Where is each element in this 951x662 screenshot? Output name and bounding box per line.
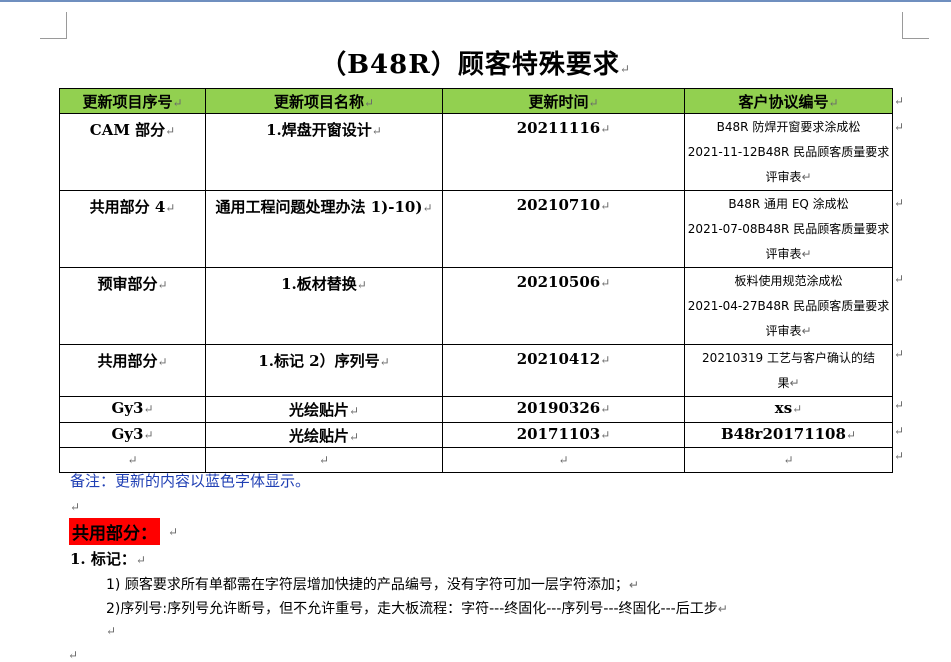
date-cell: 20190326↵ bbox=[442, 396, 685, 423]
row-end-mark: ↵ bbox=[894, 196, 905, 210]
date-cell: ↵ bbox=[442, 447, 685, 473]
name-cell: 通用工程问题处理办法 1)-10)↵ bbox=[205, 190, 443, 268]
table-row: 共用部分↵ 1.标记 2）序列号↵ 20210412↵ 20210319 工艺与… bbox=[59, 344, 893, 397]
margin-corner-marker-right bbox=[902, 12, 929, 39]
row-end-mark: ↵ bbox=[894, 94, 905, 108]
table-row: Gy3↵ 光绘贴片↵ 20171103↵ B48r20171108↵ bbox=[59, 422, 893, 448]
header-cell-agreement: 客户协议编号↵ bbox=[684, 88, 893, 114]
table-row: 预审部分↵ 1.板材替换↵ 20210506↵ 板料使用规范涂成松 2021-0… bbox=[59, 267, 893, 345]
name-cell: 1.标记 2）序列号↵ bbox=[205, 344, 443, 397]
table-row: CAM 部分↵ 1.焊盘开窗设计↵ 20211116↵ B48R 防焊开窗要求涂… bbox=[59, 113, 893, 191]
date-cell: 20210506↵ bbox=[442, 267, 685, 345]
agreement-cell: ↵ bbox=[684, 447, 893, 473]
document-title: （B48R）顾客特殊要求↵ bbox=[320, 50, 631, 80]
paragraph-mark: ↵ bbox=[68, 648, 79, 662]
table-row: ↵ ↵ ↵ ↵ bbox=[59, 447, 893, 473]
name-cell: 光绘贴片↵ bbox=[205, 422, 443, 448]
row-end-mark: ↵ bbox=[894, 449, 905, 463]
section-label: 共用部分： bbox=[69, 518, 160, 545]
name-cell: 1.板材替换↵ bbox=[205, 267, 443, 345]
item-line-1: 1) 顾客要求所有单都需在字符层增加快捷的产品编号，没有字符可加一层字符添加；↵ bbox=[106, 577, 639, 593]
table-row: 共用部分 4↵ 通用工程问题处理办法 1)-10)↵ 20210710↵ B48… bbox=[59, 190, 893, 268]
date-cell: 20210412↵ bbox=[442, 344, 685, 397]
row-end-mark: ↵ bbox=[894, 398, 905, 412]
paragraph-mark: ↵ bbox=[168, 525, 179, 539]
row-end-mark: ↵ bbox=[894, 272, 905, 286]
row-end-mark: ↵ bbox=[894, 347, 905, 361]
agreement-cell: 板料使用规范涂成松 2021-04-27B48R 民品顾客质量要求 评审表↵ bbox=[684, 267, 893, 345]
margin-corner-marker-left bbox=[40, 12, 67, 39]
agreement-cell: xs↵ bbox=[684, 396, 893, 423]
seq-cell: 预审部分↵ bbox=[59, 267, 206, 345]
date-cell: 20211116↵ bbox=[442, 113, 685, 191]
item-line-2: 2)序列号:序列号允许断号，但不允许重号，走大板流程：字符---终固化---序列… bbox=[106, 601, 728, 617]
agreement-cell: B48r20171108↵ bbox=[684, 422, 893, 448]
remark-text: 备注：更新的内容以蓝色字体显示。 bbox=[70, 472, 311, 490]
requirements-table: 更新项目序号↵ 更新项目名称↵ 更新时间↵ 客户协议编号↵ CAM 部分↵ 1.… bbox=[59, 88, 893, 473]
agreement-cell: 20210319 工艺与客户确认的结 果↵ bbox=[684, 344, 893, 397]
table-header-row: 更新项目序号↵ 更新项目名称↵ 更新时间↵ 客户协议编号↵ bbox=[59, 88, 893, 114]
date-cell: 20171103↵ bbox=[442, 422, 685, 448]
seq-cell: Gy3↵ bbox=[59, 396, 206, 423]
seq-cell: CAM 部分↵ bbox=[59, 113, 206, 191]
seq-cell: Gy3↵ bbox=[59, 422, 206, 448]
header-cell-seq: 更新项目序号↵ bbox=[59, 88, 206, 114]
row-end-mark: ↵ bbox=[894, 120, 905, 134]
row-end-mark: ↵ bbox=[894, 424, 905, 438]
item-heading: 1. 标记：↵ bbox=[70, 550, 146, 568]
paragraph-mark: ↵ bbox=[70, 500, 81, 514]
seq-cell: 共用部分↵ bbox=[59, 344, 206, 397]
name-cell: 光绘贴片↵ bbox=[205, 396, 443, 423]
header-cell-date: 更新时间↵ bbox=[442, 88, 685, 114]
name-cell: 1.焊盘开窗设计↵ bbox=[205, 113, 443, 191]
seq-cell: ↵ bbox=[59, 447, 206, 473]
agreement-cell: B48R 防焊开窗要求涂成松 2021-11-12B48R 民品顾客质量要求 评… bbox=[684, 113, 893, 191]
date-cell: 20210710↵ bbox=[442, 190, 685, 268]
paragraph-mark: ↵ bbox=[106, 624, 117, 638]
window-top-border bbox=[0, 0, 951, 2]
agreement-cell: B48R 通用 EQ 涂成松 2021-07-08B48R 民品顾客质量要求 评… bbox=[684, 190, 893, 268]
name-cell: ↵ bbox=[205, 447, 443, 473]
seq-cell: 共用部分 4↵ bbox=[59, 190, 206, 268]
table-row: Gy3↵ 光绘贴片↵ 20190326↵ xs↵ bbox=[59, 396, 893, 423]
header-cell-name: 更新项目名称↵ bbox=[205, 88, 443, 114]
